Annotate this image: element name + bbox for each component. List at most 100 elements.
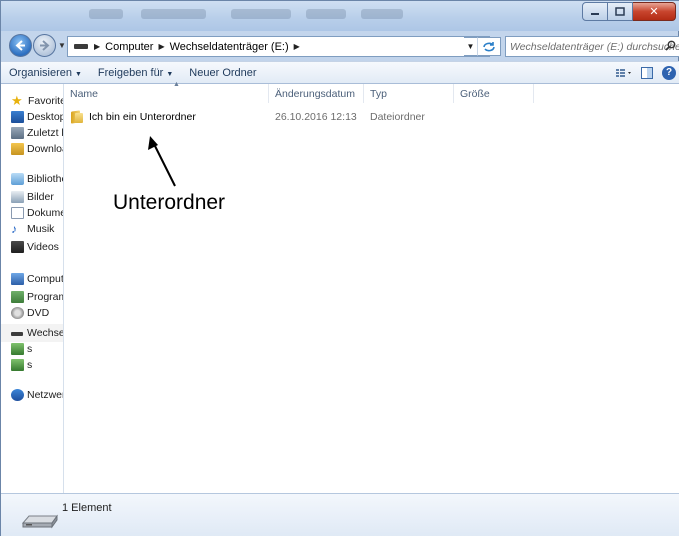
preview-pane-button[interactable] [636,62,658,83]
column-label: Änderungsdatum [275,87,355,100]
nav-item-label: Bibliotheken [27,173,63,185]
blurred-title-text [89,9,123,19]
search-placeholder: Wechseldatenträger (E:) durchsuchen [510,40,679,53]
nav-item-videos[interactable]: Videos [11,240,59,254]
help-icon: ? [662,65,676,80]
breadcrumb-separator-icon[interactable]: ▶ [292,42,302,51]
window-controls: ✕ [582,2,676,21]
annotation-label: Unterordner [113,191,226,214]
column-header-size[interactable]: Größe [454,84,534,103]
nav-item-label: Musik [27,223,55,235]
nav-item-label: Netzwerk [27,389,63,401]
file-type-cell: Dateiordner [370,110,425,123]
nav-item-label: Dokumente [27,207,63,219]
close-icon: ✕ [649,6,659,18]
nav-item-label: s [27,359,33,371]
minimize-icon [591,12,599,15]
close-button[interactable]: ✕ [633,2,676,21]
forward-button[interactable] [33,34,56,57]
breadcrumb-computer[interactable]: Computer [102,41,156,53]
nav-item-label: Programme [27,291,63,303]
nav-item-pictures[interactable]: Bilder [11,190,54,204]
network-drive-icon [11,343,24,355]
organize-menu[interactable]: Organisieren ▼ [1,67,90,79]
column-label: Größe [460,87,490,100]
nav-item-label: Wechseldatenträger (E:) [27,327,64,339]
arrow-right-icon [40,40,50,51]
refresh-icon [483,41,495,51]
minimize-button[interactable] [582,2,608,21]
item-count: 1 Element [62,502,112,514]
nav-item-computer[interactable]: Computer [11,272,64,286]
back-button[interactable] [9,34,32,57]
arrow-left-icon [15,40,25,51]
nav-item-label: DVD [27,307,50,319]
breadcrumb-removable-drive[interactable]: Wechseldatenträger (E:) [167,41,292,53]
pictures-icon [11,191,24,203]
address-bar[interactable]: ▶ Computer ▶ Wechseldatenträger (E:) ▶ [67,36,490,57]
network-drive-icon [11,359,24,371]
new-folder-button[interactable]: Neuer Ordner [181,67,264,79]
view-options-button[interactable] [614,62,636,83]
file-date-cell: 26.10.2016 12:13 [275,110,357,123]
blurred-title-text [141,9,206,19]
libraries-icon [11,173,24,185]
nav-item-label: Desktop [27,111,64,123]
downloads-icon [11,143,24,155]
nav-item-label: Favoriten [28,95,63,107]
address-row: ▼ ▶ Computer ▶ Wechseldatenträger (E:) ▶… [1,31,679,61]
nav-item-network[interactable]: Netzwerk [11,388,63,402]
column-header-date[interactable]: Änderungsdatum [269,84,364,103]
nav-item-desktop[interactable]: Desktop [11,110,64,124]
nav-item-label: Bilder [27,191,54,203]
help-button[interactable]: ? [658,62,679,83]
refresh-button[interactable] [477,37,501,56]
search-input[interactable]: Wechseldatenträger (E:) durchsuchen [505,36,679,57]
chevron-down-icon: ▼ [74,70,82,78]
nav-item-documents[interactable]: Dokumente [11,206,63,220]
nav-item-label: Computer [27,273,64,285]
command-bar: Organisieren ▼ Freigeben für ▼ Neuer Ordne… [1,61,679,84]
nav-item-label: s [27,343,33,355]
breadcrumb-separator-icon[interactable]: ▶ [92,42,102,51]
history-dropdown-icon[interactable]: ▼ [58,41,66,50]
breadcrumb-separator-icon[interactable]: ▶ [156,42,166,51]
column-label: Typ [370,87,387,100]
view-controls: ? [614,62,679,83]
nav-item-network-drive-1[interactable]: s [11,342,32,356]
documents-icon [11,207,24,219]
nav-item-network-drive-2[interactable]: s [11,358,32,372]
address-dropdown-icon[interactable]: ▼ [464,37,477,56]
nav-item-label: Zuletzt besucht [27,127,63,139]
annotation-arrow [148,136,176,187]
nav-item-label: Downloads [27,143,63,155]
nav-item-dvd[interactable]: DVD [11,306,49,320]
share-menu[interactable]: Freigeben für ▼ [90,67,181,79]
details-pane: 1 Element [1,493,679,536]
nav-item-downloads[interactable]: Downloads [11,142,63,156]
desktop-icon [11,111,24,123]
removable-drive-large-icon [21,514,58,529]
nav-item-music[interactable]: ♪ Musik [11,222,54,236]
explorer-window: ✕ ▼ ▶ Computer ▶ Wechseldatenträger (E:)… [0,0,679,536]
organize-label: Organisieren [9,66,72,79]
blurred-title-text [361,9,403,19]
nav-item-removable-drive[interactable]: Wechseldatenträger (E:) [11,326,64,340]
nav-item-recent[interactable]: Zuletzt besucht [11,126,63,140]
title-bar[interactable]: ✕ [1,1,679,31]
share-label: Freigeben für [97,66,164,79]
nav-item-favorites[interactable]: ★ Favoriten [11,94,63,108]
search-icon[interactable] [665,40,676,54]
drive-icon [74,44,88,49]
maximize-button[interactable] [608,2,633,21]
column-header-type[interactable]: Typ [364,84,454,103]
videos-icon [11,241,24,253]
navigation-pane[interactable]: ★ Favoriten Desktop Zuletzt besucht Downl… [1,84,64,493]
nav-item-libraries[interactable]: Bibliotheken [11,172,63,186]
user-drive-icon [11,291,24,303]
nav-item-programs[interactable]: Programme [11,290,63,304]
nav-item-label: Videos [27,241,59,253]
recent-places-icon [11,127,24,139]
removable-drive-icon [11,327,24,339]
preview-pane-icon [641,66,653,79]
